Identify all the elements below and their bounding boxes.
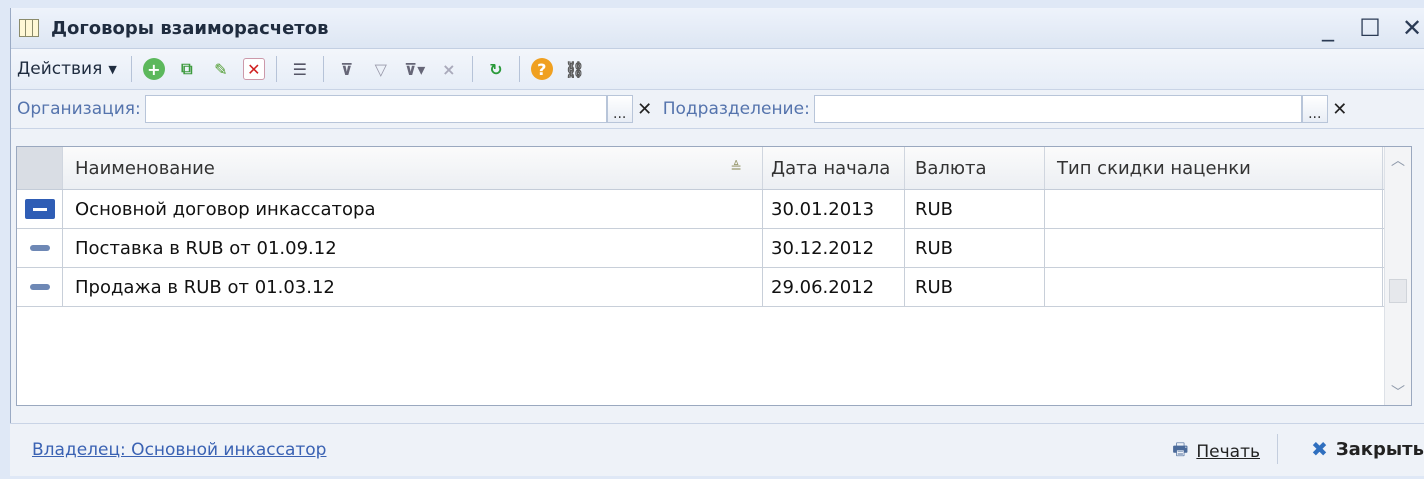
scroll-thumb[interactable] [1389,279,1407,303]
vertical-scrollbar[interactable]: ︿ ﹀ [1384,147,1411,405]
filter-bar: Организация: ... ✕ Подразделение: ... ✕ [11,90,1424,129]
edit-icon[interactable]: ✎ [209,57,233,81]
minimize-button[interactable]: _ [1316,14,1340,42]
toolbar-separator [130,56,132,82]
organization-select-button[interactable]: ... [606,95,633,123]
sort-icon: ≜ [730,160,742,176]
cell-start-date: 30.01.2013 [763,190,905,228]
cell-discount-type [1045,268,1383,306]
close-button[interactable]: ✖ Закрыть [1311,437,1424,461]
filter-clear-icon[interactable]: ⨯ [437,57,461,81]
filter-icon[interactable]: ⊽ [335,57,359,81]
table-row[interactable]: Продажа в RUB от 01.03.12 29.06.2012 RUB [17,268,1411,307]
toolbar-separator [322,56,324,82]
hierarchy-icon[interactable]: ☰ [288,57,312,81]
organization-label: Организация: [17,99,141,119]
cell-currency: RUB [905,190,1045,228]
header-marker-cell [17,147,63,189]
division-field[interactable] [813,95,1302,123]
close-window-button[interactable]: ✕ [1400,14,1424,42]
toolbar-separator [275,56,277,82]
chevron-down-icon: ▼ [108,62,117,76]
cell-name: Основной договор инкассатора [63,190,763,228]
division-clear-button[interactable]: ✕ [1328,95,1352,123]
add-icon[interactable]: + [142,58,165,80]
owner-link[interactable]: Владелец: Основной инкассатор [32,440,326,460]
maximize-button[interactable]: ☐ [1358,14,1382,42]
table-icon [19,19,39,37]
column-header-currency[interactable]: Валюта [905,147,1045,189]
close-icon: ✖ [1311,437,1328,461]
filter-dropdown-icon[interactable]: ⊽▾ [403,57,427,81]
filter-set-icon[interactable]: ▽ [369,57,393,81]
link-icon[interactable]: ⛓ [563,57,587,81]
table-row[interactable]: Основной договор инкассатора 30.01.2013 … [17,190,1411,229]
column-header-start-date[interactable]: Дата начала [763,147,905,189]
cell-currency: RUB [905,268,1045,306]
row-marker-icon [24,199,55,219]
scroll-up-icon[interactable]: ︿ [1385,147,1411,173]
division-select-button[interactable]: ... [1301,95,1328,123]
actions-menu[interactable]: Действия ▼ [17,59,117,79]
column-header-name[interactable]: Наименование ≜ [63,147,763,189]
title-bar: Договоры взаиморасчетов _ ☐ ✕ [11,8,1424,49]
toolbar-separator [471,56,473,82]
cell-currency: RUB [905,229,1045,267]
organization-clear-button[interactable]: ✕ [633,95,657,123]
row-marker-icon [29,284,50,290]
table-header: Наименование ≜ Дата начала Валюта Тип ск… [17,147,1411,190]
footer-bar: Владелец: Основной инкассатор 🖶 Печать ✖… [10,423,1424,476]
division-label: Подразделение: [662,99,810,119]
refresh-icon[interactable]: ↻ [484,57,508,81]
scroll-down-icon[interactable]: ﹀ [1385,379,1411,405]
cell-start-date: 29.06.2012 [763,268,905,306]
cell-name: Продажа в RUB от 01.03.12 [63,268,763,306]
window-title: Договоры взаиморасчетов [51,17,329,39]
toolbar: Действия ▼ + ⧉ ✎ ✕ ☰ ⊽ ▽ ⊽▾ ⨯ ↻ ? ⛓ [11,49,1424,90]
row-marker-icon [29,245,50,251]
cell-start-date: 30.12.2012 [763,229,905,267]
column-header-discount-type[interactable]: Тип скидки наценки [1045,147,1383,189]
delete-icon[interactable]: ✕ [242,58,265,80]
contracts-table: Наименование ≜ Дата начала Валюта Тип ск… [16,146,1412,406]
table-row[interactable]: Поставка в RUB от 01.09.12 30.12.2012 RU… [17,229,1411,268]
print-button[interactable]: 🖶 Печать [1172,437,1260,466]
copy-icon[interactable]: ⧉ [175,57,199,81]
organization-field[interactable] [144,95,607,123]
cell-discount-type [1045,190,1383,228]
toolbar-separator [518,56,520,82]
printer-icon: 🖶 [1172,440,1189,460]
cell-discount-type [1045,229,1383,267]
cell-name: Поставка в RUB от 01.09.12 [63,229,763,267]
footer-separator [1277,434,1278,464]
help-icon[interactable]: ? [530,58,553,80]
actions-label: Действия [17,59,103,79]
